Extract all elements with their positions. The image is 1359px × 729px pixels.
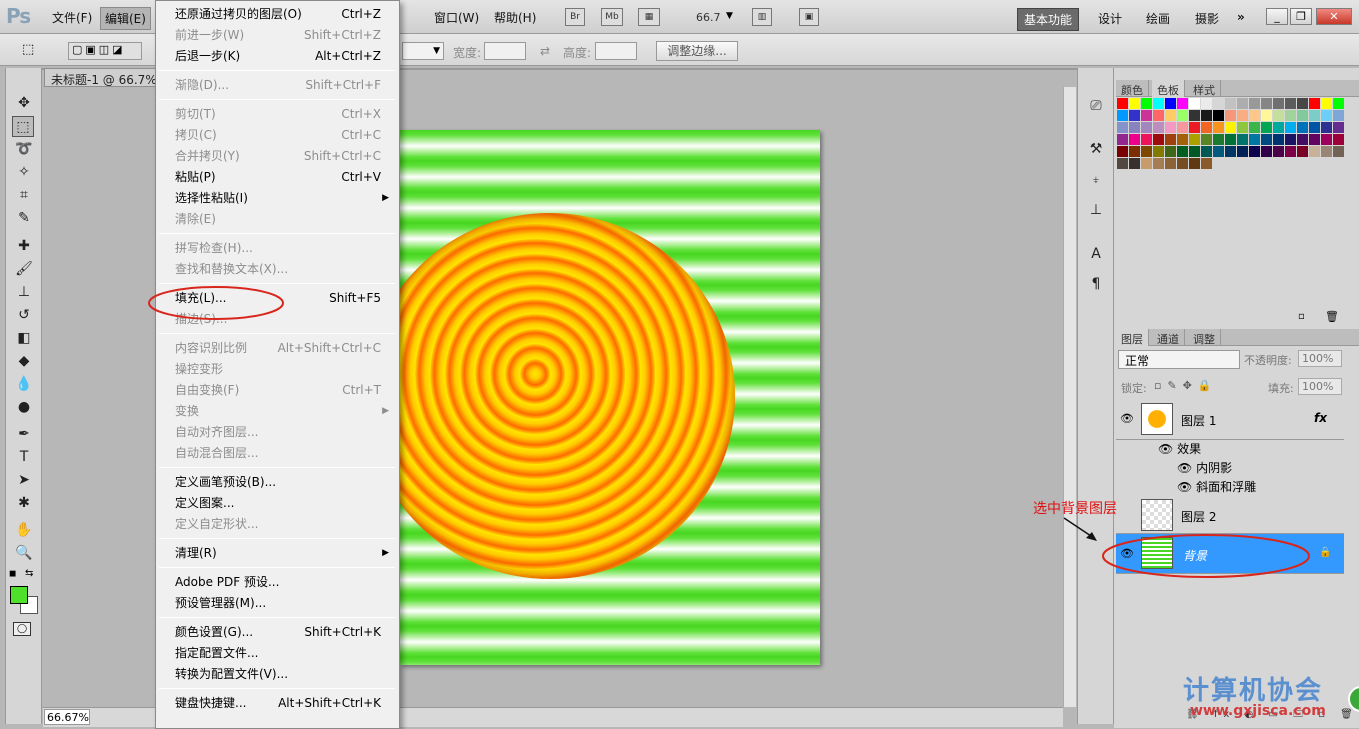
annotation-overlay — [148, 286, 1310, 578]
fill-highlight-ellipse — [148, 286, 284, 320]
background-highlight-ellipse — [1102, 534, 1310, 578]
watermark-url: www.gxjisca.com — [1190, 703, 1326, 719]
annotation-note: 选中背景图层 — [1033, 501, 1117, 517]
watermark-text: 计算机协会 — [1183, 676, 1324, 706]
